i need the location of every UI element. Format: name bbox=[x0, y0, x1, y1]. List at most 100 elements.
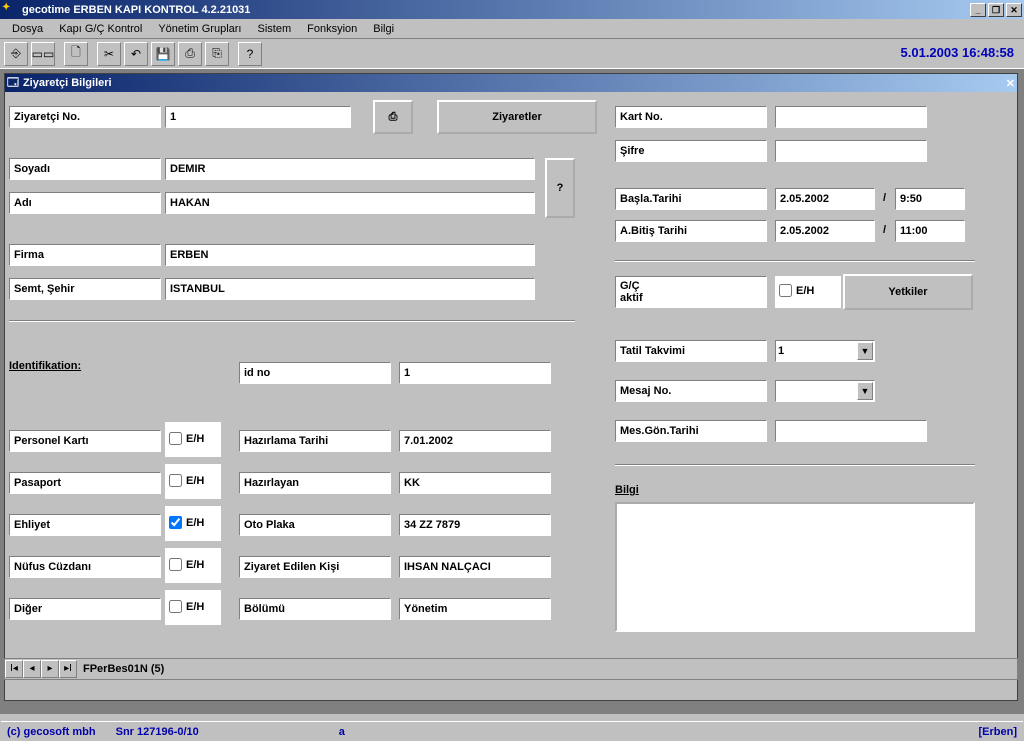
basla-date-field[interactable]: 2.05.2002 bbox=[775, 188, 875, 210]
ziyaret-edilen-field[interactable]: IHSAN NALÇACI bbox=[399, 556, 551, 578]
menu-bilgi[interactable]: Bilgi bbox=[365, 21, 402, 37]
minimize-button[interactable]: _ bbox=[970, 3, 986, 17]
menu-yonetim[interactable]: Yönetim Grupları bbox=[150, 21, 249, 37]
tatil-label: Tatil Takvimi bbox=[615, 340, 767, 362]
toolbar: ⎆ ▭▭ 🗋 ✂ ↶ 💾 ⎙ ⎘ ? 5.01.2003 16:48:58 bbox=[0, 39, 1024, 69]
doc-icon: 🗔 bbox=[7, 74, 19, 93]
cut-icon[interactable]: ✂ bbox=[97, 42, 121, 66]
print-icon[interactable]: ⎙ bbox=[178, 42, 202, 66]
child-title: Ziyaretçi Bilgileri bbox=[23, 77, 1006, 89]
basla-time-field[interactable]: 9:50 bbox=[895, 188, 965, 210]
ziyaretci-no-label: Ziyaretçi No. bbox=[9, 106, 161, 128]
slash-icon-2: / bbox=[883, 224, 886, 236]
hazirlama-field[interactable]: 7.01.2002 bbox=[399, 430, 551, 452]
undo-icon[interactable]: ↶ bbox=[124, 42, 148, 66]
status-bar: (c) gecosoft mbh Snr 127196-0/10 a [Erbe… bbox=[1, 721, 1023, 741]
pasaport-eh[interactable]: E/H bbox=[165, 464, 221, 499]
semt-field[interactable]: ISTANBUL bbox=[165, 278, 535, 300]
status-erben: [Erben] bbox=[979, 726, 1018, 738]
tatil-combo[interactable]: 1▼ bbox=[775, 340, 875, 362]
sifre-field[interactable] bbox=[775, 140, 927, 162]
personel-checkbox[interactable] bbox=[169, 432, 182, 445]
ehliyet-checkbox[interactable] bbox=[169, 516, 182, 529]
ziyaretci-no-field[interactable]: 1 bbox=[165, 106, 351, 128]
menu-dosya[interactable]: Dosya bbox=[4, 21, 51, 37]
nufus-label: Nüfus Cüzdanı bbox=[9, 556, 161, 578]
bolumu-label: Bölümü bbox=[239, 598, 391, 620]
chevron-down-icon-2[interactable]: ▼ bbox=[857, 382, 873, 400]
record-label: FPerBes01N (5) bbox=[83, 663, 164, 675]
gc-checkbox[interactable] bbox=[779, 284, 792, 297]
oto-field[interactable]: 34 ZZ 7879 bbox=[399, 514, 551, 536]
mesgon-label: Mes.Gön.Tarihi bbox=[615, 420, 767, 442]
first-record-button[interactable]: І◂ bbox=[5, 660, 23, 678]
datetime: 5.01.2003 16:48:58 bbox=[901, 45, 1014, 60]
help-icon[interactable]: ? bbox=[238, 42, 262, 66]
window-title: gecotime ERBEN KAPI KONTROL 4.2.21031 bbox=[22, 4, 968, 16]
menu-kapi[interactable]: Kapı G/Ç Kontrol bbox=[51, 21, 150, 37]
sifre-label: Şifre bbox=[615, 140, 767, 162]
save-icon[interactable]: 💾 bbox=[151, 42, 175, 66]
bitis-time-field[interactable]: 11:00 bbox=[895, 220, 965, 242]
gcaktif-label: G/Ç aktif bbox=[615, 276, 767, 308]
bitis-label: A.Bitiş Tarihi bbox=[615, 220, 767, 242]
form-icon[interactable]: ▭▭ bbox=[31, 42, 55, 66]
idno-field[interactable]: 1 bbox=[399, 362, 551, 384]
child-title-bar: 🗔 Ziyaretçi Bilgileri ✕ bbox=[5, 74, 1017, 92]
firma-label: Firma bbox=[9, 244, 161, 266]
menu-fonksiyon[interactable]: Fonksyion bbox=[299, 21, 365, 37]
copy-icon[interactable]: ⎘ bbox=[205, 42, 229, 66]
menu-sistem[interactable]: Sistem bbox=[250, 21, 300, 37]
bilgi-label: Bilgi bbox=[615, 484, 639, 496]
bitis-date-field[interactable]: 2.05.2002 bbox=[775, 220, 875, 242]
soyadi-field[interactable]: DEMIR bbox=[165, 158, 535, 180]
bolumu-field[interactable]: Yönetim bbox=[399, 598, 551, 620]
snr-text: Snr 127196-0/10 bbox=[116, 726, 199, 738]
personel-eh[interactable]: E/H bbox=[165, 422, 221, 457]
soyadi-label: Soyadı bbox=[9, 158, 161, 180]
kartno-field[interactable] bbox=[775, 106, 927, 128]
nufus-checkbox[interactable] bbox=[169, 558, 182, 571]
menu-bar: Dosya Kapı G/Ç Kontrol Yönetim Grupları … bbox=[0, 19, 1024, 39]
bilgi-textarea[interactable] bbox=[615, 502, 975, 632]
record-navigator: І◂ ◂ ▸ ▸І FPerBes01N (5) bbox=[4, 658, 1018, 680]
diger-eh[interactable]: E/H bbox=[165, 590, 221, 625]
slash-icon: / bbox=[883, 192, 886, 204]
ehliyet-eh[interactable]: E/H bbox=[165, 506, 221, 541]
lookup-button[interactable]: ? bbox=[545, 158, 575, 218]
maximize-button[interactable]: ❐ bbox=[988, 3, 1004, 17]
adi-field[interactable]: HAKAN bbox=[165, 192, 535, 214]
idno-label: id no bbox=[239, 362, 391, 384]
last-record-button[interactable]: ▸І bbox=[59, 660, 77, 678]
nufus-eh[interactable]: E/H bbox=[165, 548, 221, 583]
prev-record-button[interactable]: ◂ bbox=[23, 660, 41, 678]
new-icon[interactable]: 🗋 bbox=[64, 42, 88, 66]
diger-checkbox[interactable] bbox=[169, 600, 182, 613]
ziyaretler-button[interactable]: Ziyaretler bbox=[437, 100, 597, 134]
kartno-label: Kart No. bbox=[615, 106, 767, 128]
semt-label: Semt, Şehir bbox=[9, 278, 161, 300]
next-record-button[interactable]: ▸ bbox=[41, 660, 59, 678]
close-button[interactable]: ✕ bbox=[1006, 3, 1022, 17]
firma-field[interactable]: ERBEN bbox=[165, 244, 535, 266]
hazirlayan-field[interactable]: KK bbox=[399, 472, 551, 494]
child-window: 🗔 Ziyaretçi Bilgileri ✕ Ziyaretçi No. 1 … bbox=[4, 73, 1018, 701]
oto-label: Oto Plaka bbox=[239, 514, 391, 536]
app-icon: ✦ bbox=[2, 2, 18, 18]
mesajno-label: Mesaj No. bbox=[615, 380, 767, 402]
adi-label: Adı bbox=[9, 192, 161, 214]
exit-icon[interactable]: ⎆ bbox=[4, 42, 28, 66]
yetkiler-button[interactable]: Yetkiler bbox=[843, 274, 973, 310]
title-bar: ✦ gecotime ERBEN KAPI KONTROL 4.2.21031 … bbox=[0, 0, 1024, 19]
child-close-button[interactable]: ✕ bbox=[1006, 77, 1015, 90]
print-button[interactable]: ⎙ bbox=[373, 100, 413, 134]
mesajno-combo[interactable]: ▼ bbox=[775, 380, 875, 402]
gc-eh[interactable]: E/H bbox=[775, 276, 841, 308]
chevron-down-icon[interactable]: ▼ bbox=[857, 342, 873, 360]
diger-label: Diğer bbox=[9, 598, 161, 620]
mesgon-field[interactable] bbox=[775, 420, 927, 442]
pasaport-checkbox[interactable] bbox=[169, 474, 182, 487]
status-a: a bbox=[339, 726, 345, 738]
basla-label: Başla.Tarihi bbox=[615, 188, 767, 210]
copyright-text: (c) gecosoft mbh bbox=[7, 726, 96, 738]
